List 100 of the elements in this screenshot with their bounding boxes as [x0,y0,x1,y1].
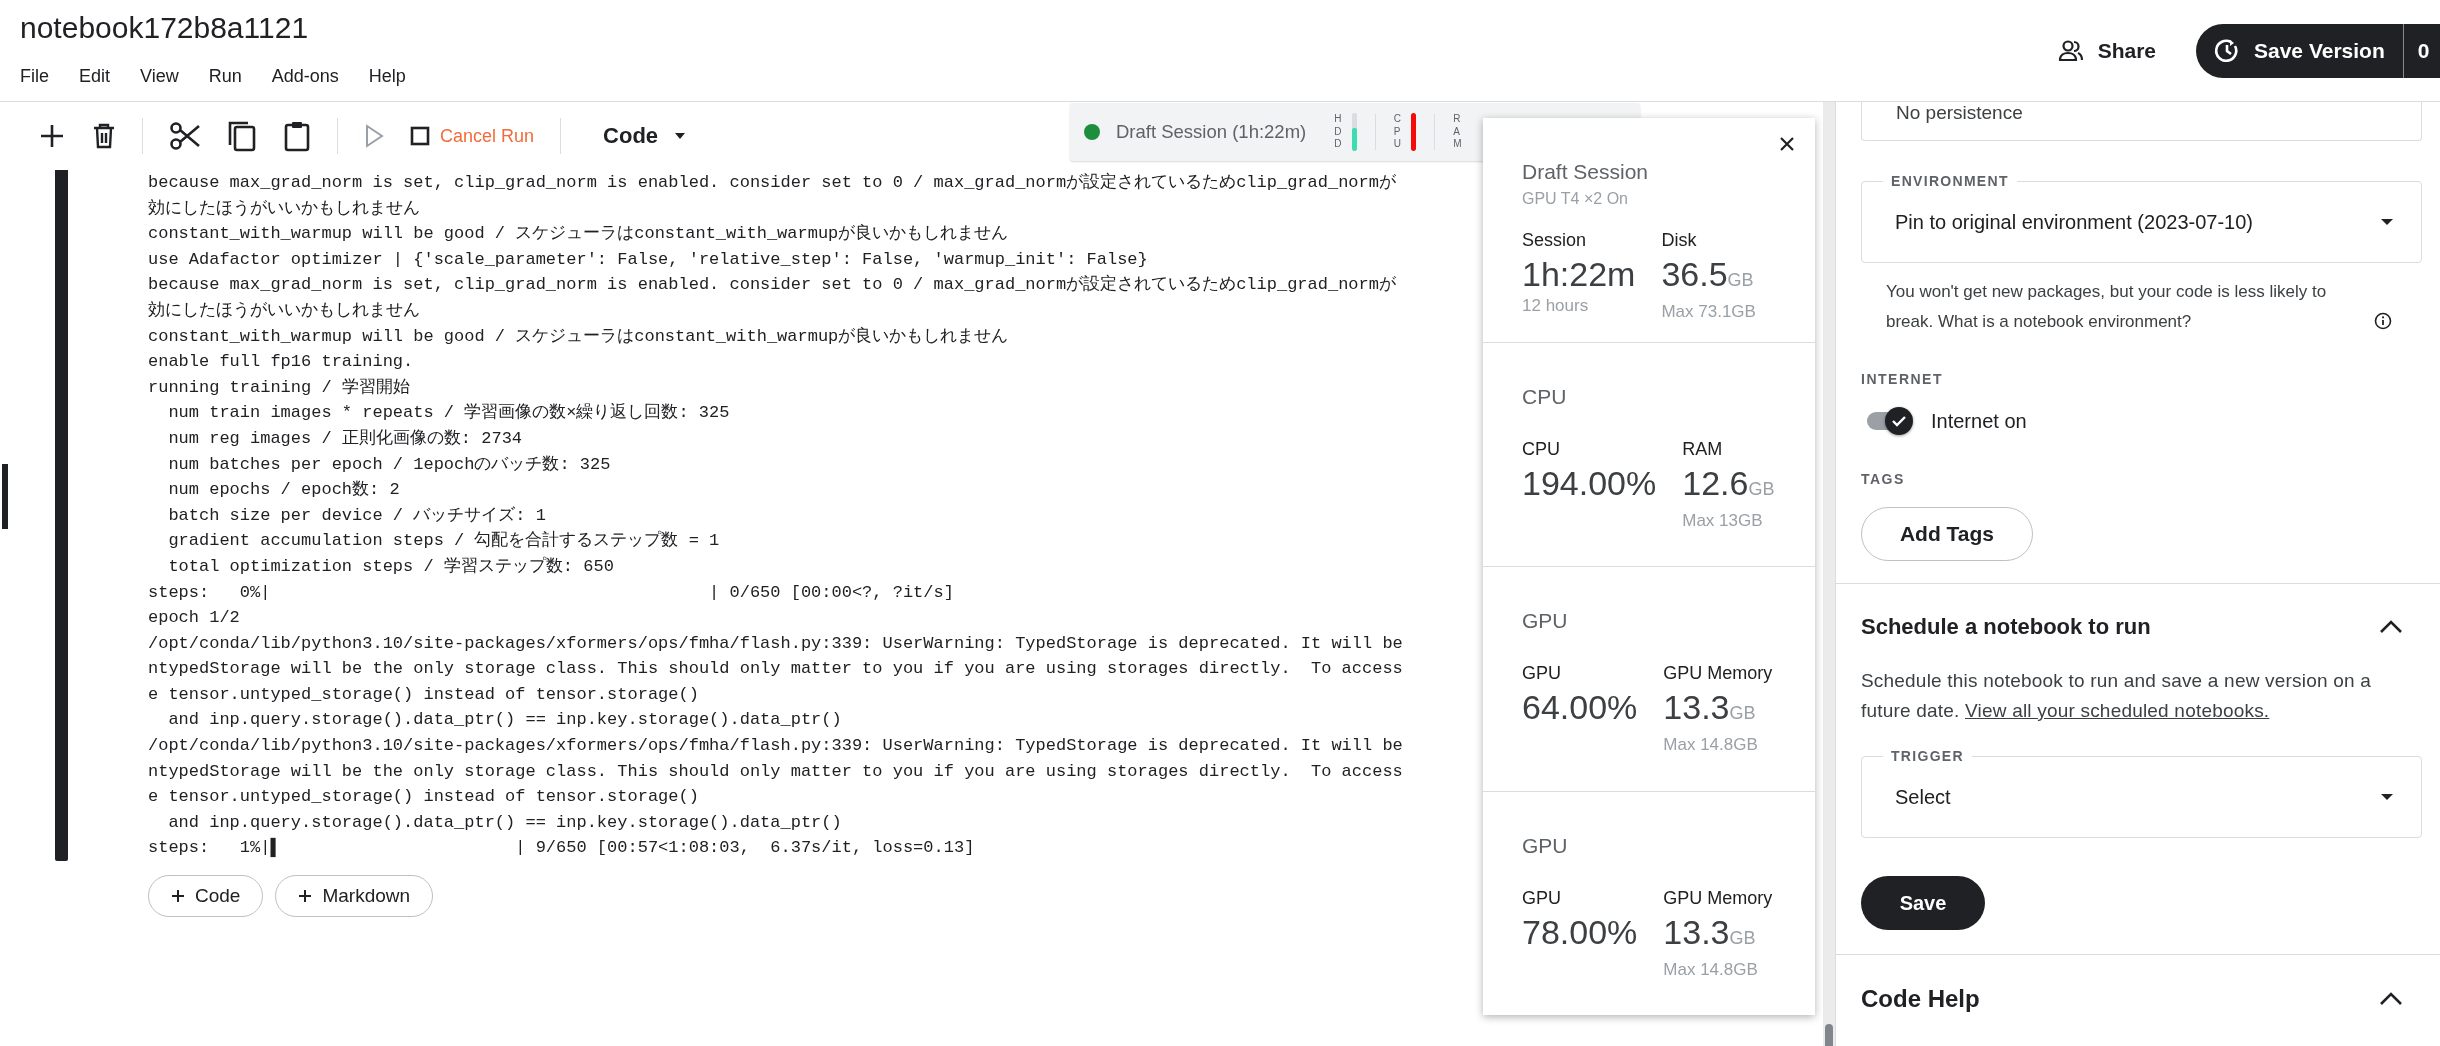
environment-help-text: You won't get new packages, but your code is less likely to break. What is a notebook environment? [1886,281,2328,333]
menu-item[interactable]: View [140,66,179,87]
output-line: batch size per device / バッチサイズ: 1 [167,504,547,527]
stat-value: 13.3GB [1663,911,1757,953]
stat-note: Max 13GB [1682,510,1764,531]
output-line: num train images * repeats / 学習画像の数×繰り返し回数: 325 [167,402,731,425]
copy-icon[interactable] [227,120,257,152]
output-line: steps: 1%|▌ | 9/650 [00:57<1:08:03, 6.37s/it, loss=0.13] [148,837,976,860]
popup-title: Draft Session [1522,160,1650,184]
output-line: and inp.query.storage().data_ptr() == inp.key.storage().data_ptr() [167,811,843,834]
stat-note: Max 14.8GB [1663,959,1759,980]
stat-note: 12 hours [1522,296,1590,316]
output-line: and inp.query.storage().data_ptr() == inp.key.storage().data_ptr() [167,709,843,732]
clock-icon [2214,38,2240,64]
session-label: Draft Session (1h:22m) [1116,121,1307,143]
output-line: constant_with_warmup will be good / スケジューラはconstant_with_warmupが良いかもしれません [148,325,1010,348]
output-line: /opt/conda/lib/python3.10/site-packages/xformers/ops/fmha/flash.py:339: UserWarning: TypedStorage is deprecated. It will be [148,735,1404,758]
close-icon[interactable] [1779,136,1795,152]
plus-icon [171,889,185,904]
resize-handle[interactable] [2,464,8,529]
caret-icon [2380,218,2394,226]
section-title: Schedule a notebook to run [1861,614,2151,640]
trigger-dropdown[interactable]: TRIGGER Select [1861,746,2422,838]
section-heading: GPU [1522,833,1569,858]
output-line: gradient accumulation steps / 勾配を合計するステップ数 = 1 [167,529,721,553]
clipboard-icon[interactable] [283,120,311,152]
output-line: use Adafactor optimizer | {'scale_parameter': False, 'relative_step': False, 'warmup_init': False} [148,248,1149,271]
stat-label: GPU [1522,662,1562,685]
section-label: TAGS [1861,471,1906,487]
stat-label: RAM [1682,437,1724,461]
output-line: epoch 1/2 [148,607,241,630]
stat-label: GPU [1522,886,1562,910]
stat-value: 12.6GB [1682,462,1775,504]
status-dot [1084,124,1100,140]
stat-label: Session [1522,229,1588,252]
output-line: num reg images / 正則化画像の数: 2734 [167,427,524,450]
stat-value: 13.3GB [1663,687,1757,728]
output-line: 効にしたほうがいいかもしれません [148,197,421,220]
cell-type-dropdown[interactable]: Code [603,123,687,149]
output-line: because max_grad_norm is set, clip_grad_norm is enabled. consider set to 0 / max_grad_normが設定されているためclip_grad_normが [148,273,1397,297]
popup-subtitle: GPU T4 ×2 On [1522,190,1629,208]
output-line: e tensor.untyped_storage() instead of tensor.storage() [148,683,700,706]
add-tags-button[interactable]: Add Tags [1861,507,2033,561]
chevron-icon[interactable] [2378,991,2404,1007]
output-line: ntypedStorage will be the only storage class. This should only matter to you if you are using storages directly. To access [148,760,1404,783]
output-line: constant_with_warmup will be good / スケジューラはconstant_with_warmupが良いかもしれません [148,223,1010,246]
scissors-icon[interactable] [169,120,201,152]
add-cell-button[interactable]: Code [148,875,264,918]
output-line: e tensor.untyped_storage() instead of tensor.storage() [148,786,700,809]
stop-icon[interactable] [410,126,430,146]
section-heading: CPU [1522,384,1568,409]
output-line: because max_grad_norm is set, clip_grad_norm is enabled. consider set to 0 / max_grad_normが設定されているためclip_grad_normが [148,171,1397,194]
menu-item[interactable]: File [20,66,49,87]
stat-label: Disk [1661,229,1698,252]
persistence-dropdown[interactable]: No persistence [1861,102,2422,141]
output-line: /opt/conda/lib/python3.10/site-packages/xformers/ops/fmha/flash.py:339: UserWarning: TypedStorage is deprecated. It will be [148,632,1404,655]
add-cell-button[interactable]: Markdown [275,875,434,918]
output-line: enable full fp16 training. [148,351,415,374]
internet-label: Internet on [1931,409,2027,433]
schedule-description: Schedule this notebook to run and save a new version on a future date. View all your scheduled notebooks. [1861,669,2372,723]
plus-icon [298,889,313,904]
output-line: steps: 0%| | 0/650 [00:00<?, ?it/s] [148,581,955,604]
meter-label: CPU [1393,113,1400,151]
share-button[interactable]: Share [2057,24,2156,78]
chevron-icon[interactable] [2378,619,2404,635]
trash-icon[interactable] [92,122,116,150]
info-icon[interactable] [2374,312,2392,330]
stat-label: CPU [1522,437,1561,461]
menu-item[interactable]: Add-ons [271,66,339,87]
meter-label: HDD [1334,113,1340,151]
people-icon [2057,40,2084,62]
save-button[interactable]: Save [1861,876,1985,930]
stat-value: 36.5GB [1661,254,1755,295]
stat-label: GPU Memory [1663,886,1773,910]
stat-value: 1h:22m [1522,254,1636,295]
menu-item[interactable]: Run [208,66,242,87]
section-title: Code Help [1861,985,1980,1013]
output-line: total optimization steps / 学習ステップ数: 650 [167,555,615,578]
output-line: running training / 学習開始 [148,376,411,399]
caret-icon [2380,793,2394,801]
scrollbar[interactable] [1823,102,1835,1046]
internet-toggle[interactable] [1867,407,1913,435]
environment-dropdown[interactable]: ENVIRONMENT Pin to original environment (2023-07-10) [1861,171,2422,263]
menu-item[interactable]: Help [368,66,406,87]
stat-note: Max 73.1GB [1661,302,1756,322]
stat-note: Max 14.8GB [1663,735,1759,755]
section-label: INTERNET [1861,371,1944,387]
stat-value: 194.00% [1522,462,1657,504]
caret-icon [674,132,687,140]
scheduled-notebooks-link[interactable]: View all your scheduled notebooks. [1965,700,2270,721]
plus-icon[interactable] [38,122,66,150]
output-line: num batches per epoch / 1epochのバッチ数: 325 [167,453,612,476]
notebook-title: notebook172b8a1121 [20,10,310,46]
section-heading: GPU [1522,609,1569,633]
menu-item[interactable]: Edit [79,66,111,87]
output-line: 効にしたほうがいいかもしれません [148,299,421,322]
play-icon[interactable] [364,124,384,148]
stat-value: 64.00% [1522,687,1638,728]
output-line: num epochs / epoch数: 2 [167,479,401,502]
save-version-button[interactable]: Save Version 0 [2196,24,2440,78]
